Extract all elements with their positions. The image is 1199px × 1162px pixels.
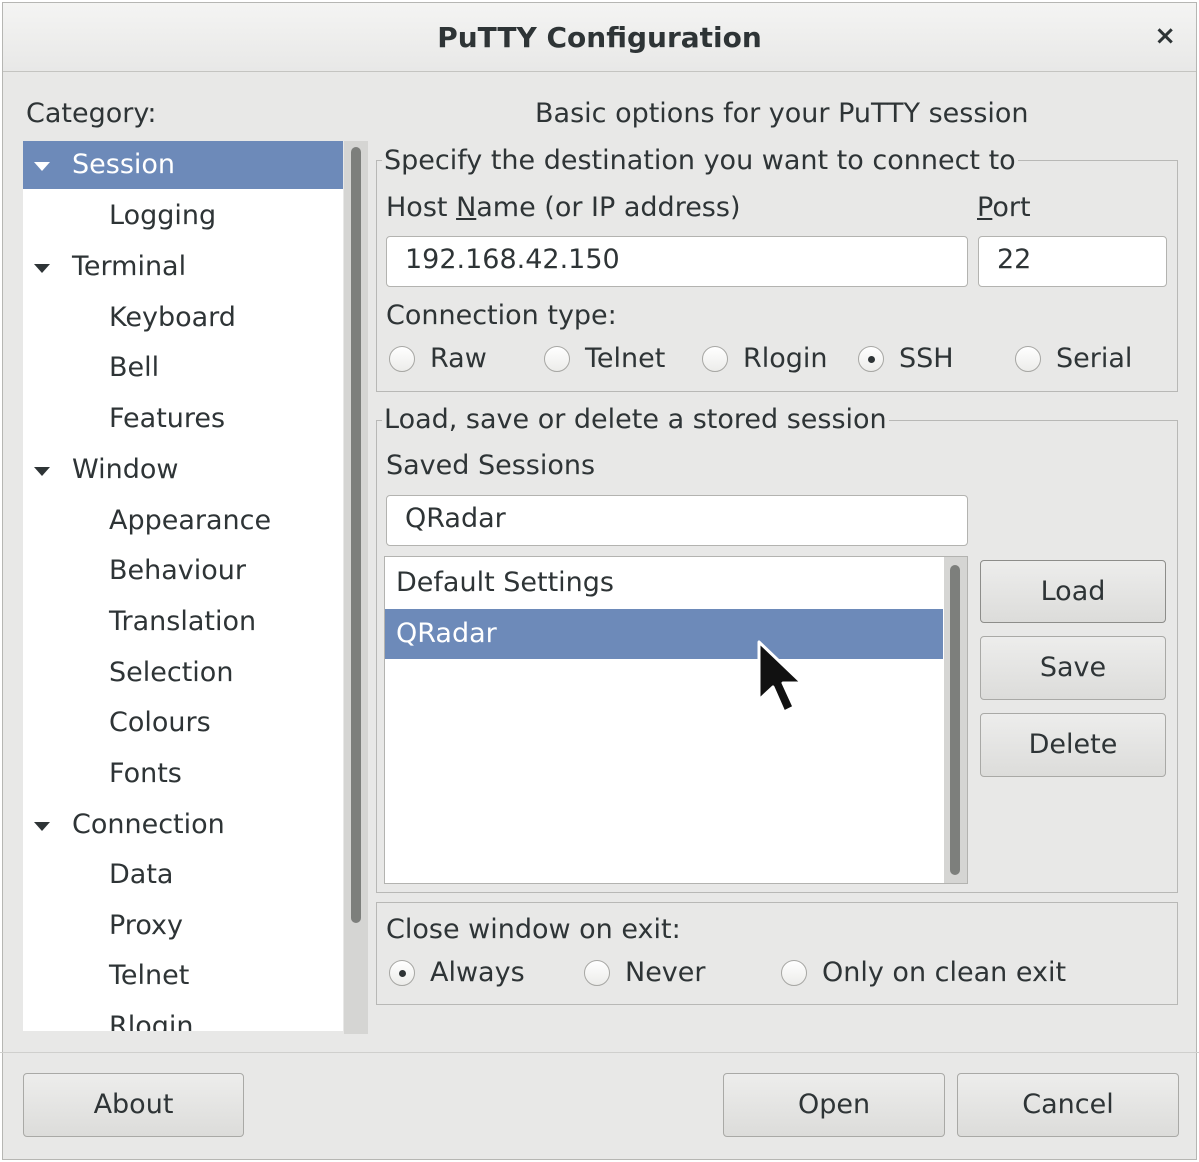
tree-item-proxy[interactable]: Proxy bbox=[23, 902, 343, 950]
list-item[interactable]: Default Settings bbox=[385, 558, 943, 608]
category-scrollbar-thumb[interactable] bbox=[351, 147, 361, 923]
port-label: Port bbox=[977, 192, 1031, 223]
sessions-scrollbar[interactable] bbox=[944, 557, 967, 883]
expander-down-icon[interactable] bbox=[34, 264, 50, 273]
radio-serial-label[interactable]: Serial bbox=[1056, 343, 1132, 374]
radio-raw[interactable] bbox=[389, 346, 415, 372]
radio-raw-label[interactable]: Raw bbox=[430, 343, 487, 374]
host-name-input[interactable]: 192.168.42.150 bbox=[386, 236, 968, 287]
radio-clean-exit[interactable] bbox=[781, 960, 807, 986]
tree-item-selection[interactable]: Selection bbox=[23, 649, 343, 697]
tree-item-terminal[interactable]: Terminal bbox=[23, 243, 343, 291]
tree-item-translation[interactable]: Translation bbox=[23, 598, 343, 646]
open-button[interactable]: Open bbox=[723, 1073, 945, 1137]
tree-item-colours[interactable]: Colours bbox=[23, 699, 343, 747]
radio-rlogin[interactable] bbox=[702, 346, 728, 372]
radio-telnet-label[interactable]: Telnet bbox=[585, 343, 665, 374]
tree-item-label: Fonts bbox=[109, 758, 182, 789]
tree-item-keyboard[interactable]: Keyboard bbox=[23, 294, 343, 342]
tree-item-label: Terminal bbox=[72, 251, 187, 282]
tree-item-label: Logging bbox=[109, 200, 217, 231]
tree-item-connection[interactable]: Connection bbox=[23, 801, 343, 849]
about-button[interactable]: About bbox=[23, 1073, 244, 1137]
connection-type-label: Connection type: bbox=[386, 300, 617, 331]
save-button[interactable]: Save bbox=[980, 636, 1166, 700]
cancel-button[interactable]: Cancel bbox=[957, 1073, 1179, 1137]
radio-always-label[interactable]: Always bbox=[430, 957, 525, 988]
delete-button[interactable]: Delete bbox=[980, 713, 1166, 777]
tree-item-label: Appearance bbox=[109, 505, 272, 536]
tree-item-label: Rlogin bbox=[109, 1011, 194, 1031]
tree-item-label: Translation bbox=[109, 606, 257, 637]
radio-ssh-label[interactable]: SSH bbox=[899, 343, 954, 374]
radio-rlogin-label[interactable]: Rlogin bbox=[743, 343, 828, 374]
host-name-label: Host Name (or IP address) bbox=[386, 192, 741, 223]
tree-item-label: Session bbox=[72, 149, 176, 180]
destination-legend: Specify the destination you want to conn… bbox=[382, 145, 1018, 176]
expander-down-icon[interactable] bbox=[34, 822, 50, 831]
radio-always[interactable] bbox=[389, 960, 415, 986]
tree-item-data[interactable]: Data bbox=[23, 851, 343, 899]
tree-item-label: Behaviour bbox=[109, 555, 247, 586]
close-icon[interactable]: × bbox=[1154, 21, 1176, 51]
tree-item-fonts[interactable]: Fonts bbox=[23, 750, 343, 798]
tree-item-label: Keyboard bbox=[109, 302, 236, 333]
tree-item-rlogin[interactable]: Rlogin bbox=[23, 1003, 343, 1031]
window-title: PuTTY Configuration bbox=[437, 21, 762, 54]
tree-item-label: Features bbox=[109, 403, 226, 434]
tree-item-label: Bell bbox=[109, 352, 160, 383]
tree-item-window[interactable]: Window bbox=[23, 446, 343, 494]
stored-session-legend: Load, save or delete a stored session bbox=[382, 404, 889, 435]
expander-down-icon[interactable] bbox=[34, 162, 50, 171]
category-label: Category: bbox=[26, 98, 157, 129]
category-tree[interactable]: Session Logging Terminal Keyboard Bell F… bbox=[23, 141, 343, 1031]
expander-down-icon[interactable] bbox=[34, 467, 50, 476]
tree-item-label: Window bbox=[72, 454, 179, 485]
tree-item-label: Connection bbox=[72, 809, 225, 840]
saved-sessions-label: Saved Sessions bbox=[386, 450, 596, 481]
close-on-exit-label: Close window on exit: bbox=[386, 914, 681, 945]
sessions-scrollbar-thumb[interactable] bbox=[950, 565, 960, 875]
tree-item-behaviour[interactable]: Behaviour bbox=[23, 547, 343, 595]
category-scrollbar[interactable] bbox=[344, 141, 368, 1034]
tree-item-features[interactable]: Features bbox=[23, 395, 343, 443]
port-input[interactable]: 22 bbox=[978, 236, 1167, 287]
tree-item-logging[interactable]: Logging bbox=[23, 192, 343, 240]
title-bar[interactable]: PuTTY Configuration × bbox=[3, 3, 1196, 72]
panel-heading: Basic options for your PuTTY session bbox=[535, 98, 1029, 129]
list-item-selected[interactable]: QRadar bbox=[385, 609, 943, 659]
tree-item-label: Telnet bbox=[109, 960, 190, 991]
saved-sessions-list[interactable]: Default Settings QRadar bbox=[384, 556, 968, 884]
radio-serial[interactable] bbox=[1015, 346, 1041, 372]
mouse-pointer-icon bbox=[757, 640, 804, 714]
tree-item-session[interactable]: Session bbox=[23, 141, 343, 189]
tree-item-label: Proxy bbox=[109, 910, 183, 941]
load-button[interactable]: Load bbox=[980, 560, 1166, 623]
radio-telnet[interactable] bbox=[544, 346, 570, 372]
tree-item-label: Data bbox=[109, 859, 174, 890]
tree-item-bell[interactable]: Bell bbox=[23, 344, 343, 392]
radio-never[interactable] bbox=[584, 960, 610, 986]
tree-item-label: Colours bbox=[109, 707, 211, 738]
saved-session-input[interactable]: QRadar bbox=[386, 495, 968, 546]
footer-separator bbox=[0, 1052, 1199, 1053]
radio-clean-exit-label[interactable]: Only on clean exit bbox=[822, 957, 1066, 988]
tree-item-label: Selection bbox=[109, 657, 234, 688]
tree-item-appearance[interactable]: Appearance bbox=[23, 497, 343, 545]
radio-never-label[interactable]: Never bbox=[625, 957, 706, 988]
radio-ssh[interactable] bbox=[858, 346, 884, 372]
tree-item-telnet[interactable]: Telnet bbox=[23, 952, 343, 1000]
